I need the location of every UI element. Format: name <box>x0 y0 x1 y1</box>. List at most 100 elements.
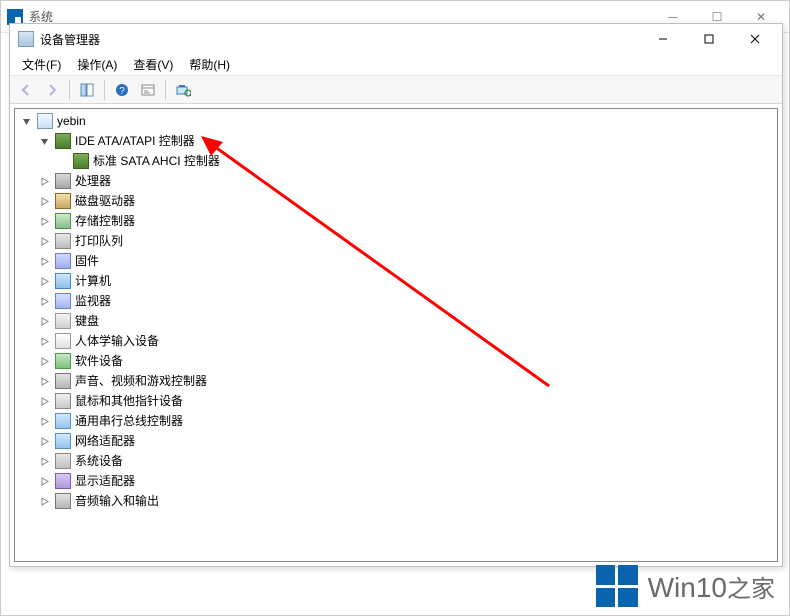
svg-text:?: ? <box>119 86 125 97</box>
tree-node-label: 显示适配器 <box>75 471 141 491</box>
tree-node-keyboard[interactable]: 键盘 <box>15 311 777 331</box>
tree-node-label: 键盘 <box>75 311 105 331</box>
tree-node-storage[interactable]: 存储控制器 <box>15 211 777 231</box>
window-title: 设备管理器 <box>40 31 100 48</box>
expand-collapse-icon[interactable] <box>37 394 51 408</box>
menu-file[interactable]: 文件(F) <box>14 54 69 75</box>
watermark-brand: Win10 <box>648 572 727 603</box>
tree-node-system[interactable]: 系统设备 <box>15 451 777 471</box>
expand-collapse-icon[interactable] <box>37 454 51 468</box>
tree-node-display[interactable]: 显示适配器 <box>15 471 777 491</box>
audio-io-icon <box>55 493 71 509</box>
expand-collapse-icon[interactable] <box>37 414 51 428</box>
expand-collapse-icon[interactable] <box>37 434 51 448</box>
expand-collapse-icon[interactable] <box>37 234 51 248</box>
expand-collapse-icon[interactable] <box>37 314 51 328</box>
expand-collapse-icon[interactable] <box>37 254 51 268</box>
tree-node-label: 系统设备 <box>75 451 129 471</box>
tree-node-audio[interactable]: 音频输入和输出 <box>15 491 777 511</box>
minimize-button[interactable] <box>640 25 686 53</box>
expand-collapse-icon[interactable] <box>37 214 51 228</box>
toolbar-separator <box>104 80 105 100</box>
tree-node-diskdrive[interactable]: 磁盘驱动器 <box>15 191 777 211</box>
toolbar-separator <box>69 80 70 100</box>
sound-icon <box>55 373 71 389</box>
monitor-icon <box>55 293 71 309</box>
processor-icon <box>55 173 71 189</box>
system-device-icon <box>55 453 71 469</box>
device-tree-pane[interactable]: yebin IDE ATA/ATAPI 控制器 标准 SATA AHCI 控制器… <box>14 108 778 562</box>
tree-node-label: 处理器 <box>75 171 117 191</box>
menu-action[interactable]: 操作(A) <box>69 54 125 75</box>
tree-node-sound[interactable]: 声音、视频和游戏控制器 <box>15 371 777 391</box>
expand-collapse-icon[interactable] <box>37 374 51 388</box>
tree-node-usb[interactable]: 通用串行总线控制器 <box>15 411 777 431</box>
expand-collapse-icon[interactable] <box>37 474 51 488</box>
device-manager-window: 设备管理器 文件(F) 操作(A) 查看(V) 帮助(H) <box>9 23 783 567</box>
windows-logo-icon <box>596 565 638 607</box>
toolbar-properties-button[interactable] <box>136 78 160 102</box>
tree-node-label: 人体学输入设备 <box>75 331 165 351</box>
network-adapter-icon <box>55 433 71 449</box>
ahci-controller-icon <box>73 153 89 169</box>
tree-node-firmware[interactable]: 固件 <box>15 251 777 271</box>
hid-icon <box>55 333 71 349</box>
firmware-icon <box>55 253 71 269</box>
titlebar[interactable]: 设备管理器 <box>10 24 782 54</box>
maximize-button[interactable] <box>686 25 732 53</box>
tree-node-mouse[interactable]: 鼠标和其他指针设备 <box>15 391 777 411</box>
tree-node-label: 固件 <box>75 251 105 271</box>
disk-drive-icon <box>55 193 71 209</box>
tree-node-label: 音频输入和输出 <box>75 491 165 511</box>
toolbar: ? <box>10 76 782 104</box>
computer-icon <box>55 273 71 289</box>
expand-collapse-icon[interactable] <box>37 294 51 308</box>
expand-collapse-icon[interactable] <box>37 274 51 288</box>
tree-root-node[interactable]: yebin <box>15 111 777 131</box>
expand-collapse-icon[interactable] <box>37 334 51 348</box>
computer-root-icon <box>37 113 53 129</box>
tree-node-label: 监视器 <box>75 291 117 311</box>
expand-collapse-icon[interactable] <box>37 354 51 368</box>
expand-collapse-icon[interactable] <box>37 494 51 508</box>
toolbar-back-button[interactable] <box>14 78 38 102</box>
expand-collapse-icon[interactable] <box>37 134 51 148</box>
tree-node-hid[interactable]: 人体学输入设备 <box>15 331 777 351</box>
tree-root-label: yebin <box>57 111 92 131</box>
tree-node-label: 软件设备 <box>75 351 129 371</box>
tree-node-ide[interactable]: IDE ATA/ATAPI 控制器 <box>15 131 777 151</box>
tree-node-label: IDE ATA/ATAPI 控制器 <box>75 131 201 151</box>
software-device-icon <box>55 353 71 369</box>
tree-node-software[interactable]: 软件设备 <box>15 351 777 371</box>
tree-node-monitor[interactable]: 监视器 <box>15 291 777 311</box>
menu-help[interactable]: 帮助(H) <box>181 54 238 75</box>
toolbar-show-hide-tree-button[interactable] <box>75 78 99 102</box>
toolbar-forward-button[interactable] <box>40 78 64 102</box>
ide-controller-icon <box>55 133 71 149</box>
tree-node-ahci[interactable]: 标准 SATA AHCI 控制器 <box>15 151 777 171</box>
tree-node-printqueue[interactable]: 打印队列 <box>15 231 777 251</box>
tree-node-computer[interactable]: 计算机 <box>15 271 777 291</box>
tree-node-label: 通用串行总线控制器 <box>75 411 189 431</box>
watermark: Win10之家 <box>596 565 775 607</box>
expand-collapse-icon[interactable] <box>37 194 51 208</box>
tree-node-label: 标准 SATA AHCI 控制器 <box>93 151 226 171</box>
keyboard-icon <box>55 313 71 329</box>
tree-node-processor[interactable]: 处理器 <box>15 171 777 191</box>
expand-collapse-icon[interactable] <box>19 114 33 128</box>
display-adapter-icon <box>55 473 71 489</box>
device-manager-icon <box>18 31 34 47</box>
menu-view[interactable]: 查看(V) <box>125 54 181 75</box>
usb-icon <box>55 413 71 429</box>
toolbar-help-button[interactable]: ? <box>110 78 134 102</box>
watermark-text: Win10之家 <box>648 569 775 604</box>
expand-collapse-icon[interactable] <box>37 174 51 188</box>
tree-node-label: 计算机 <box>75 271 117 291</box>
tree-node-network[interactable]: 网络适配器 <box>15 431 777 451</box>
printer-icon <box>55 233 71 249</box>
watermark-suffix: 之家 <box>727 576 775 603</box>
menubar: 文件(F) 操作(A) 查看(V) 帮助(H) <box>10 54 782 76</box>
toolbar-scan-hardware-button[interactable] <box>171 78 195 102</box>
close-button[interactable] <box>732 25 778 53</box>
tree-node-label: 磁盘驱动器 <box>75 191 141 211</box>
